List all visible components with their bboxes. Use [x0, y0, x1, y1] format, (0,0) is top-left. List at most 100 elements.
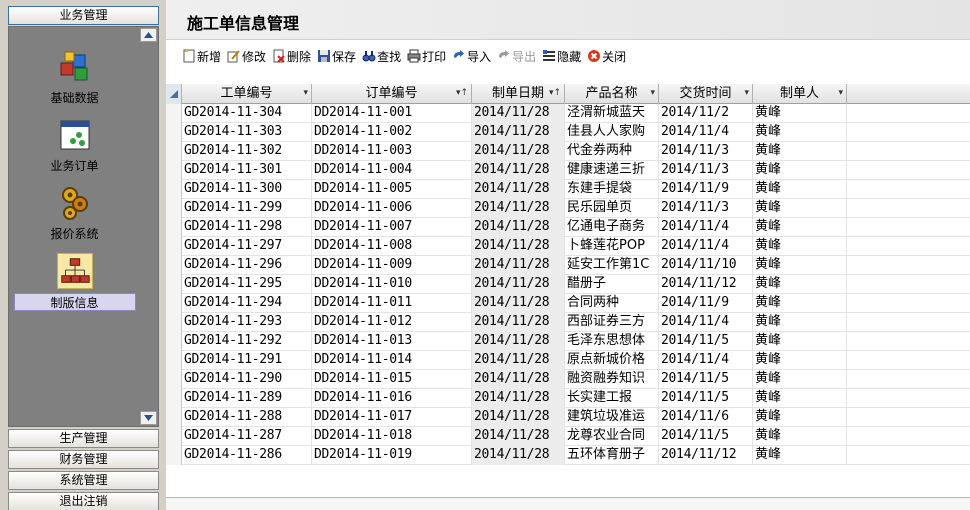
cell-work-order-no[interactable]: GD2014-11-291 [182, 351, 312, 370]
table-row[interactable]: GD2014-11-297 DD2014-11-008 2014/11/28 卜蜂莲花… [166, 237, 970, 256]
cell-order-no[interactable]: DD2014-11-015 [312, 370, 472, 389]
select-all-cell[interactable] [166, 84, 182, 104]
cell-delivery-time[interactable]: 2014/11/10 [659, 256, 753, 275]
cell-product-name[interactable]: 五环体育册子 [565, 446, 659, 465]
cell-created-date[interactable]: 2014/11/28 [472, 199, 565, 218]
cell-delivery-time[interactable]: 2014/11/3 [659, 161, 753, 180]
cell-product-name[interactable]: 醋册子 [565, 275, 659, 294]
cell-delivery-time[interactable]: 2014/11/3 [659, 142, 753, 161]
cell-work-order-no[interactable]: GD2014-11-297 [182, 237, 312, 256]
cell-creator[interactable]: 黄峰 [753, 446, 847, 465]
cell-delivery-time[interactable]: 2014/11/5 [659, 370, 753, 389]
cell-work-order-no[interactable]: GD2014-11-295 [182, 275, 312, 294]
cell-created-date[interactable]: 2014/11/28 [472, 427, 565, 446]
hide-button[interactable]: 隐藏 [542, 46, 581, 66]
row-selector[interactable] [166, 199, 182, 218]
cell-created-date[interactable]: 2014/11/28 [472, 294, 565, 313]
cell-work-order-no[interactable]: GD2014-11-299 [182, 199, 312, 218]
scroll-up-button[interactable] [140, 28, 157, 42]
cell-delivery-time[interactable]: 2014/11/12 [659, 275, 753, 294]
cell-delivery-time[interactable]: 2014/11/5 [659, 389, 753, 408]
cell-delivery-time[interactable]: 2014/11/9 [659, 294, 753, 313]
export-button[interactable]: 导出 [497, 46, 536, 66]
cell-created-date[interactable]: 2014/11/28 [472, 351, 565, 370]
nav-item-plate-info[interactable]: 制版信息 [9, 253, 140, 311]
row-selector[interactable] [166, 256, 182, 275]
cell-delivery-time[interactable]: 2014/11/5 [659, 427, 753, 446]
horizontal-scrollbar[interactable] [166, 497, 970, 510]
cell-order-no[interactable]: DD2014-11-009 [312, 256, 472, 275]
cell-work-order-no[interactable]: GD2014-11-292 [182, 332, 312, 351]
print-button[interactable]: 打印 [407, 46, 446, 66]
cell-product-name[interactable]: 融资融券知识 [565, 370, 659, 389]
row-selector[interactable] [166, 294, 182, 313]
cell-order-no[interactable]: DD2014-11-002 [312, 123, 472, 142]
row-selector[interactable] [166, 446, 182, 465]
cell-delivery-time[interactable]: 2014/11/5 [659, 332, 753, 351]
cell-created-date[interactable]: 2014/11/28 [472, 237, 565, 256]
cell-work-order-no[interactable]: GD2014-11-287 [182, 427, 312, 446]
import-button[interactable]: 导入 [452, 46, 491, 66]
cell-created-date[interactable]: 2014/11/28 [472, 256, 565, 275]
cell-work-order-no[interactable]: GD2014-11-301 [182, 161, 312, 180]
cell-work-order-no[interactable]: GD2014-11-289 [182, 389, 312, 408]
col-header-order-no[interactable]: 订单编号 ▾↑ [312, 84, 472, 104]
cell-delivery-time[interactable]: 2014/11/4 [659, 237, 753, 256]
table-row[interactable]: GD2014-11-295 DD2014-11-010 2014/11/28 醋册子 2… [166, 275, 970, 294]
table-row[interactable]: GD2014-11-303 DD2014-11-002 2014/11/28 佳县人人… [166, 123, 970, 142]
row-selector[interactable] [166, 370, 182, 389]
table-row[interactable]: GD2014-11-299 DD2014-11-006 2014/11/28 民乐园单… [166, 199, 970, 218]
cell-created-date[interactable]: 2014/11/28 [472, 313, 565, 332]
cell-creator[interactable]: 黄峰 [753, 275, 847, 294]
cell-order-no[interactable]: DD2014-11-001 [312, 104, 472, 123]
cell-work-order-no[interactable]: GD2014-11-294 [182, 294, 312, 313]
row-selector[interactable] [166, 427, 182, 446]
cell-product-name[interactable]: 东建手提袋 [565, 180, 659, 199]
cell-work-order-no[interactable]: GD2014-11-304 [182, 104, 312, 123]
cell-work-order-no[interactable]: GD2014-11-300 [182, 180, 312, 199]
cell-work-order-no[interactable]: GD2014-11-296 [182, 256, 312, 275]
group-logout[interactable]: 退出注销 [8, 492, 159, 510]
cell-creator[interactable]: 黄峰 [753, 161, 847, 180]
cell-creator[interactable]: 黄峰 [753, 199, 847, 218]
cell-creator[interactable]: 黄峰 [753, 351, 847, 370]
cell-delivery-time[interactable]: 2014/11/4 [659, 351, 753, 370]
cell-created-date[interactable]: 2014/11/28 [472, 446, 565, 465]
cell-created-date[interactable]: 2014/11/28 [472, 123, 565, 142]
col-header-product-name[interactable]: 产品名称 ▾ [565, 84, 659, 104]
cell-order-no[interactable]: DD2014-11-018 [312, 427, 472, 446]
cell-delivery-time[interactable]: 2014/11/4 [659, 313, 753, 332]
cell-creator[interactable]: 黄峰 [753, 256, 847, 275]
cell-order-no[interactable]: DD2014-11-012 [312, 313, 472, 332]
table-row[interactable]: GD2014-11-300 DD2014-11-005 2014/11/28 东建手提… [166, 180, 970, 199]
nav-item-basic-data[interactable]: 基础数据 [9, 49, 140, 107]
row-selector[interactable] [166, 313, 182, 332]
row-selector[interactable] [166, 142, 182, 161]
table-row[interactable]: GD2014-11-290 DD2014-11-015 2014/11/28 融资融券… [166, 370, 970, 389]
row-selector[interactable] [166, 332, 182, 351]
add-button[interactable]: 新增 [182, 46, 221, 66]
cell-product-name[interactable]: 代金券两种 [565, 142, 659, 161]
table-row[interactable]: GD2014-11-293 DD2014-11-012 2014/11/28 西部证券… [166, 313, 970, 332]
cell-created-date[interactable]: 2014/11/28 [472, 180, 565, 199]
table-row[interactable]: GD2014-11-291 DD2014-11-014 2014/11/28 原点新城… [166, 351, 970, 370]
row-selector[interactable] [166, 389, 182, 408]
cell-order-no[interactable]: DD2014-11-003 [312, 142, 472, 161]
row-selector[interactable] [166, 237, 182, 256]
col-header-creator[interactable]: 制单人 ▾ [753, 84, 847, 104]
cell-creator[interactable]: 黄峰 [753, 142, 847, 161]
cell-product-name[interactable]: 龙尊农业合同 [565, 427, 659, 446]
row-selector[interactable] [166, 408, 182, 427]
cell-creator[interactable]: 黄峰 [753, 332, 847, 351]
row-selector[interactable] [166, 275, 182, 294]
cell-created-date[interactable]: 2014/11/28 [472, 142, 565, 161]
cell-product-name[interactable]: 建筑垃圾准运 [565, 408, 659, 427]
row-selector[interactable] [166, 104, 182, 123]
cell-product-name[interactable]: 合同两种 [565, 294, 659, 313]
cell-created-date[interactable]: 2014/11/28 [472, 332, 565, 351]
cell-product-name[interactable]: 健康速递三折 [565, 161, 659, 180]
cell-order-no[interactable]: DD2014-11-019 [312, 446, 472, 465]
save-button[interactable]: 保存 [317, 46, 356, 66]
cell-created-date[interactable]: 2014/11/28 [472, 104, 565, 123]
close-button[interactable]: 关闭 [587, 46, 626, 66]
